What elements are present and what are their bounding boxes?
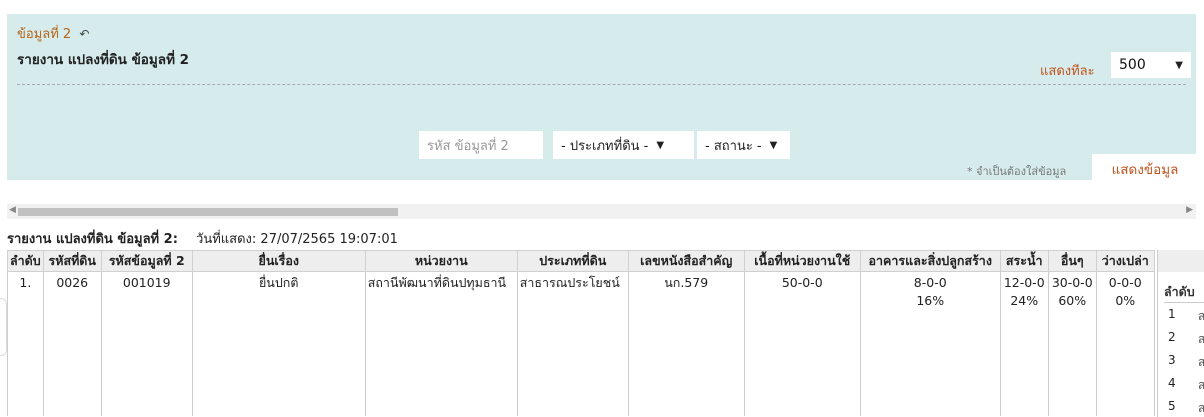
list-item: 5ส xyxy=(1168,399,1204,415)
chevron-down-icon: ▼ xyxy=(656,139,665,151)
scroll-right-icon[interactable]: ▶ xyxy=(1186,205,1193,215)
col-header: ประเภทที่ดิน xyxy=(516,250,629,272)
cell-vacant: 0-0-0 0% xyxy=(1095,271,1155,416)
page-title: รายงาน แปลงที่ดิน ข้อมูลที่ 2 xyxy=(17,52,190,68)
cell-land-code: 0026 xyxy=(42,271,102,416)
vacant-percent: 0% xyxy=(1115,293,1136,308)
report-table: ลำดับ รหัสที่ดิน รหัสข้อมูลที่ 2 ยื่นเรื… xyxy=(7,250,1155,416)
filter-panel: ข้อมูลที่ 2 ↶ รายงาน แปลงที่ดิน ข้อมูลที… xyxy=(7,14,1198,184)
col-header: ลำดับ xyxy=(7,250,44,272)
code-search-placeholder: รหัส ข้อมูลที่ 2 xyxy=(427,138,509,154)
list-item: 2ส xyxy=(1168,330,1204,346)
cell-doc-no: นก.579 xyxy=(627,271,745,416)
nested-row-number: 2 xyxy=(1168,330,1176,344)
vacant-area: 0-0-0 xyxy=(1108,275,1142,290)
cell-other: 30-0-0 60% xyxy=(1047,271,1097,416)
status-value: - สถานะ - xyxy=(705,138,762,154)
col-header: ว่างเปล่า xyxy=(1095,250,1155,272)
col-header: สระน้ำ xyxy=(999,250,1049,272)
nested-row-text: ส xyxy=(1198,330,1204,349)
nested-row-number: 5 xyxy=(1168,399,1176,413)
nested-row-text: ส xyxy=(1198,399,1204,417)
cell-land-type: สาธารณประโยชน์ xyxy=(516,271,629,416)
col-header: เนื้อที่หน่วยงานใช้ xyxy=(743,250,861,272)
nested-row-text: ส xyxy=(1198,376,1204,395)
show-data-button[interactable]: แสดงข้อมูล xyxy=(1092,154,1198,184)
building-area: 8-0-0 xyxy=(913,275,947,290)
building-percent: 16% xyxy=(916,293,945,308)
nested-row-text: ส xyxy=(1198,307,1204,326)
status-select[interactable]: - สถานะ - ▼ xyxy=(697,131,790,159)
back-icon[interactable]: ↶ xyxy=(79,27,89,41)
col-header: รหัสที่ดิน xyxy=(42,250,102,272)
cell-no: 1. xyxy=(7,271,44,416)
nested-row-text: ส xyxy=(1198,353,1204,372)
cell-agency: สถานีพัฒนาที่ดินปทุมธานี xyxy=(364,271,518,416)
side-handle[interactable] xyxy=(0,298,7,356)
report-header: รายงาน แปลงที่ดิน ข้อมูลที่ 2: วันที่แสด… xyxy=(7,228,398,249)
required-note: * จำเป็นต้องใส่ข้อมูล xyxy=(967,165,1067,178)
report-title: รายงาน แปลงที่ดิน ข้อมูลที่ 2: xyxy=(7,232,178,247)
pond-area: 12-0-0 xyxy=(1003,275,1045,290)
col-header: เลขหนังสือสำคัญ xyxy=(627,250,745,272)
nested-table-header xyxy=(1158,250,1204,272)
other-percent: 60% xyxy=(1058,293,1087,308)
col-header: รหัสข้อมูลที่ 2 xyxy=(100,250,193,272)
chevron-down-icon: ▼ xyxy=(1175,59,1183,71)
list-item: 1ส xyxy=(1168,307,1204,323)
table-row: 1. 0026 001019 ยื่นปกติ สถานีพัฒนาที่ดิน… xyxy=(7,271,1155,416)
cell-pond: 12-0-0 24% xyxy=(999,271,1049,416)
col-header: อาคารและสิ่งปลูกสร้าง xyxy=(859,250,1001,272)
col-header: อื่นๆ xyxy=(1047,250,1097,272)
nested-table: ลำดับ 1ส 2ส 3ส 4ส 5ส xyxy=(1157,250,1204,417)
cell-building: 8-0-0 16% xyxy=(859,271,1001,416)
other-area: 30-0-0 xyxy=(1051,275,1093,290)
pond-percent: 24% xyxy=(1010,293,1039,308)
page-size-label: แสดงทีละ xyxy=(1040,64,1095,79)
chevron-down-icon: ▼ xyxy=(769,139,778,151)
nested-row-number: 1 xyxy=(1168,307,1176,321)
col-header: ยื่นเรื่อง xyxy=(191,250,366,272)
table-header-row: ลำดับ รหัสที่ดิน รหัสข้อมูลที่ 2 ยื่นเรื… xyxy=(7,250,1155,272)
list-item: 3ส xyxy=(1168,353,1204,369)
scroll-left-icon[interactable]: ◀ xyxy=(9,205,16,215)
scrollbar-thumb[interactable] xyxy=(18,208,398,216)
land-type-select[interactable]: - ประเภทที่ดิน - ▼ xyxy=(553,131,694,159)
breadcrumb: ข้อมูลที่ 2 ↶ xyxy=(17,23,89,44)
report-date: วันที่แสดง: 27/07/2565 19:07:01 xyxy=(196,232,398,247)
land-type-value: - ประเภทที่ดิน - xyxy=(561,138,649,154)
cell-data-code: 001019 xyxy=(100,271,193,416)
nested-row-number: 3 xyxy=(1168,353,1176,367)
col-header: หน่วยงาน xyxy=(364,250,518,272)
code-search-input[interactable]: รหัส ข้อมูลที่ 2 xyxy=(419,131,543,159)
nested-table-title: ลำดับ xyxy=(1164,284,1195,299)
divider xyxy=(17,84,1186,85)
cell-area-used: 50-0-0 xyxy=(743,271,861,416)
page-size-select[interactable]: 500 ▼ xyxy=(1111,52,1191,78)
list-item: 4ส xyxy=(1168,376,1204,392)
nested-row-number: 4 xyxy=(1168,376,1176,390)
horizontal-scrollbar[interactable]: ◀ ▶ xyxy=(7,204,1196,219)
breadcrumb-link[interactable]: ข้อมูลที่ 2 xyxy=(17,27,71,42)
divider xyxy=(1164,302,1204,303)
cell-submit: ยื่นปกติ xyxy=(191,271,366,416)
page-size-value: 500 xyxy=(1119,57,1146,73)
